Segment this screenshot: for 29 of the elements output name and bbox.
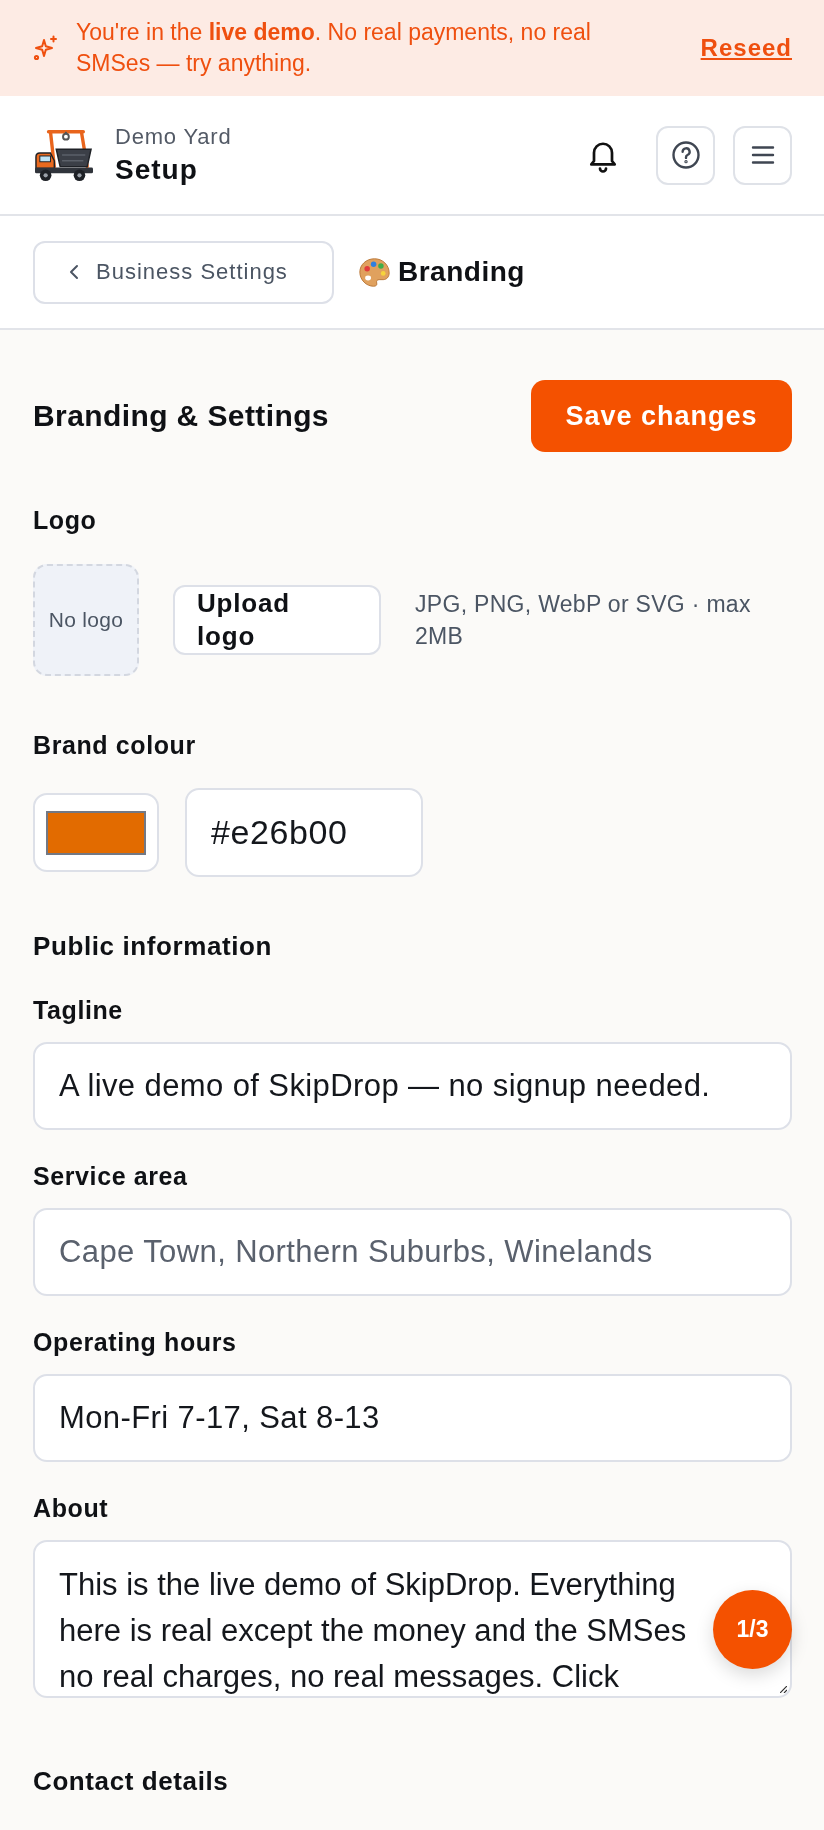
field-label: About	[33, 1494, 110, 1522]
field-label: Tagline	[33, 996, 124, 1024]
colour-swatch-icon	[46, 810, 146, 855]
field-label: Operating hours	[33, 1328, 238, 1356]
text-input[interactable]: Cape Town, Northern Suburbs, Winelands	[33, 1208, 792, 1296]
resize-grip-icon	[780, 1686, 787, 1693]
help-button[interactable]	[656, 125, 715, 185]
section-heading: Public information	[33, 931, 274, 961]
field-label: Brand colour	[33, 731, 197, 759]
page-title: Setup	[115, 154, 199, 186]
upload-button[interactable]: Upload logo	[173, 585, 381, 655]
field-label: Service area	[33, 1162, 189, 1190]
colour-picker-button[interactable]	[33, 793, 159, 872]
text-input[interactable]: Mon-Fri 7-17, Sat 8-13	[33, 1374, 792, 1462]
menu-button[interactable]	[733, 125, 792, 185]
section-heading: Contact details	[33, 1766, 230, 1796]
help-icon	[670, 140, 701, 170]
page-heading: Branding & Settings	[33, 399, 329, 433]
palette-icon	[358, 255, 391, 289]
back-button[interactable]: Business Settings	[33, 240, 334, 304]
hex-input[interactable]: #e26b00	[185, 788, 423, 877]
logo-drop-field[interactable]: No logo	[33, 564, 139, 676]
sparkle-icon	[33, 35, 59, 61]
text-input[interactable]: A live demo of SkipDrop — no signup needed.	[33, 1042, 792, 1130]
section-title: Branding	[398, 256, 525, 288]
demo-notice: You're in the live demo. No real payments, no real SMSes — try anything.	[76, 18, 592, 78]
workspace-name: Demo Yard	[115, 124, 232, 150]
file-hint: JPG, PNG, WebP or SVG · max 2MB	[415, 590, 752, 651]
field-label: Logo	[33, 506, 98, 534]
